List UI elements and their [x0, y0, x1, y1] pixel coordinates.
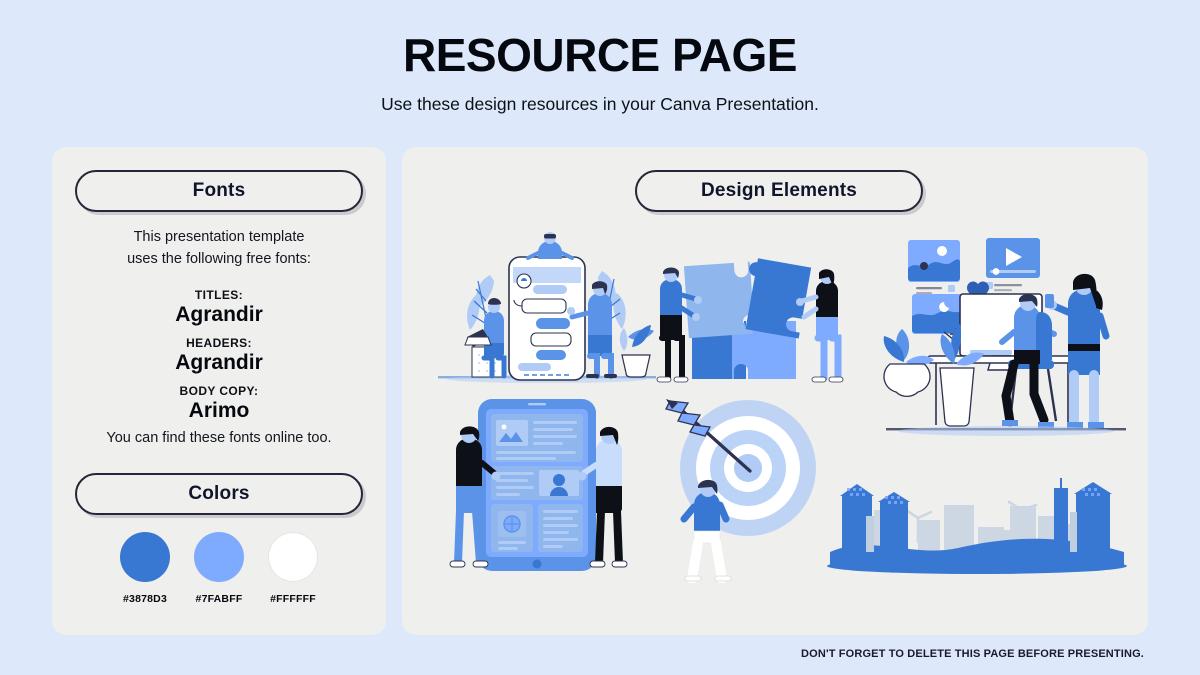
design-elements-panel: Design Elements — [402, 147, 1148, 635]
tablet-ui-illustration[interactable] — [442, 393, 637, 583]
color-dot — [268, 532, 318, 582]
puzzle-illustration[interactable] — [652, 237, 857, 395]
font-group-headers: HEADERS: Agrandir — [52, 336, 386, 375]
color-swatch-1[interactable]: #7FABFF — [189, 532, 249, 605]
color-hex-label: #7FABFF — [195, 593, 243, 605]
color-hex-label: #3878D3 — [122, 593, 168, 605]
font-role-label: HEADERS: — [186, 336, 252, 350]
font-name-value: Agrandir — [175, 303, 263, 326]
fonts-intro-text: This presentation template uses the foll… — [52, 227, 386, 271]
fonts-intro-line-2: uses the following free fonts: — [127, 250, 311, 267]
color-swatch-0[interactable]: #3878D3 — [115, 532, 175, 605]
design-elements-label: Design Elements — [700, 180, 858, 201]
fonts-section-label: Fonts — [192, 180, 246, 201]
font-role-label: TITLES: — [194, 288, 244, 302]
color-dot — [120, 532, 170, 582]
target-arrow-illustration[interactable] — [652, 395, 832, 583]
font-name-value: Agrandir — [175, 351, 263, 374]
color-hex-label: #FFFFFF — [270, 593, 316, 605]
fonts-outro-text: You can find these fonts online too. — [106, 430, 332, 446]
font-group-titles: TITLES: Agrandir — [52, 288, 386, 327]
colors-section-header[interactable]: Colors — [75, 473, 363, 515]
page-title: RESOURCE PAGE — [403, 29, 797, 81]
font-role-label: BODY COPY: — [179, 384, 259, 398]
fonts-and-colors-panel: Fonts This presentation template uses th… — [52, 147, 386, 635]
colors-section-label: Colors — [188, 483, 250, 504]
font-group-body-copy: BODY COPY: Arimo — [52, 384, 386, 423]
color-swatch-row: #3878D3 #7FABFF #FFFFFF — [75, 532, 363, 605]
color-swatch-2[interactable]: #FFFFFF — [263, 532, 323, 605]
design-elements-header[interactable]: Design Elements — [635, 170, 923, 212]
page-subtitle: Use these design resources in your Canva… — [381, 94, 819, 114]
delete-page-reminder: DON'T FORGET TO DELETE THIS PAGE BEFORE … — [801, 648, 1144, 660]
fonts-section-header[interactable]: Fonts — [75, 170, 363, 212]
slide-canvas: RESOURCE PAGE Use these design resources… — [0, 0, 1200, 675]
chat-app-illustration[interactable] — [432, 229, 662, 394]
city-skyline-illustration[interactable] — [822, 472, 1132, 577]
fonts-intro-line-1: This presentation template — [133, 229, 305, 245]
color-dot — [194, 532, 244, 582]
office-desk-illustration[interactable] — [882, 232, 1132, 450]
font-name-value: Arimo — [188, 399, 250, 422]
